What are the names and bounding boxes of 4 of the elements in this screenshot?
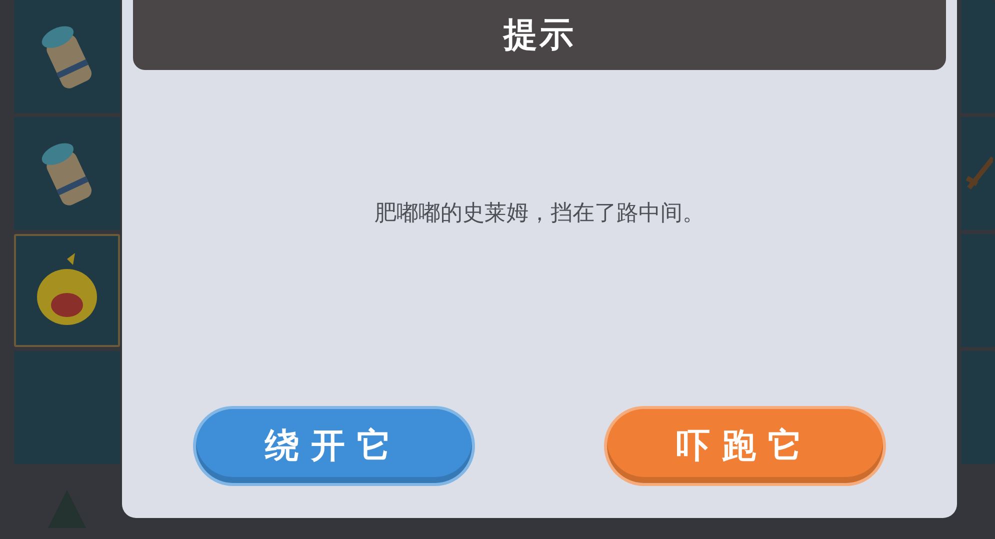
dialog-message: 肥嘟嘟的史莱姆，挡在了路中间。 — [374, 200, 704, 228]
choice-button[interactable]: 绕开它 — [193, 406, 475, 486]
dialog-title: 提示 — [504, 14, 576, 57]
choice-button[interactable]: 吓跑它 — [604, 406, 886, 486]
